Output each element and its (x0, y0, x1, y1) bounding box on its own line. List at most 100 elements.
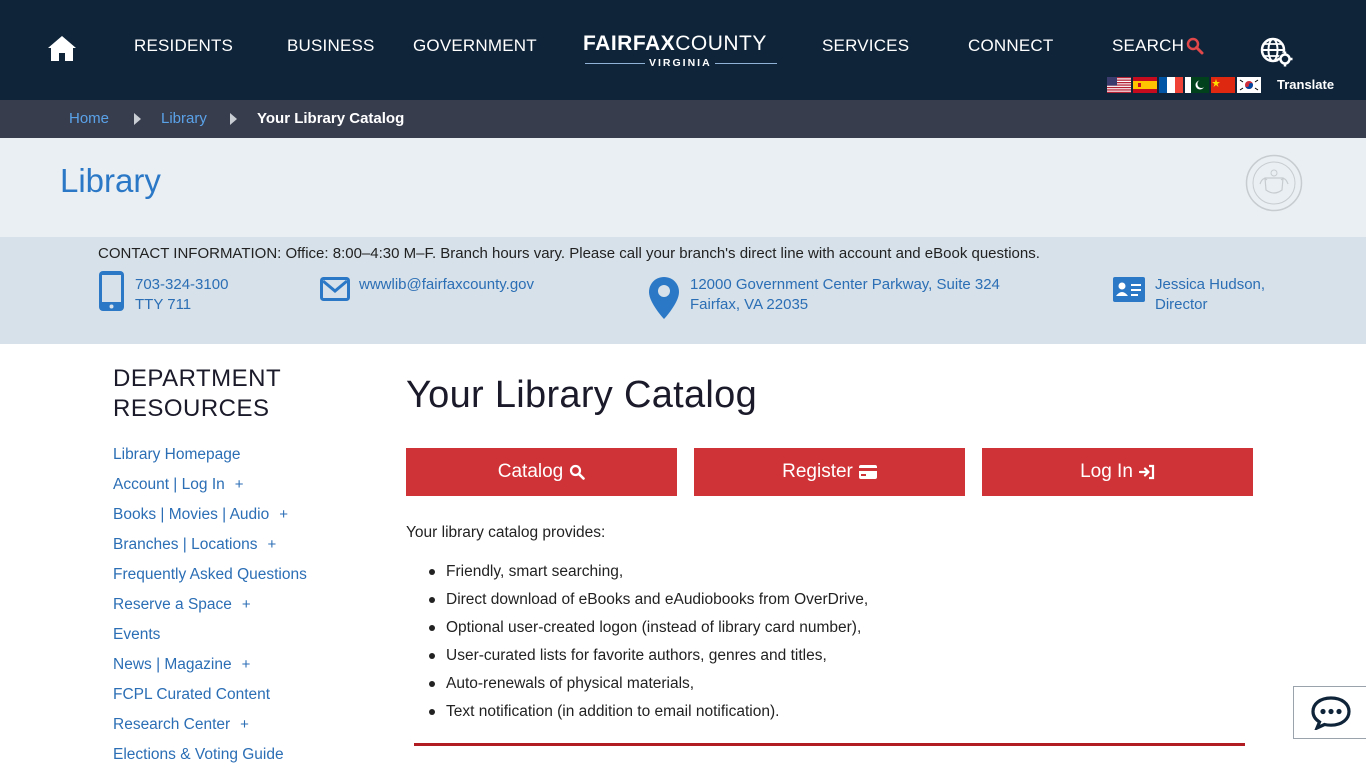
register-button[interactable]: Register (694, 448, 965, 496)
logo-wordmark: FAIRFAXCOUNTY (583, 32, 767, 55)
sidebar-menu: Library Homepage Account | Log In + Books |… (113, 444, 307, 768)
sidebar-item-label[interactable]: Elections & Voting Guide (113, 746, 284, 763)
county-seal-icon (1245, 154, 1303, 212)
login-button[interactable]: Log In (982, 448, 1253, 496)
feature-list-item: Friendly, smart searching, (428, 562, 868, 590)
feature-list-item: Direct download of eBooks and eAudiobook… (428, 590, 868, 618)
language-flags (1107, 77, 1261, 93)
expand-plus-icon[interactable]: + (242, 656, 251, 673)
france-flag-icon[interactable] (1159, 77, 1183, 93)
address-line-1[interactable]: 12000 Government Center Parkway, Suite 3… (690, 275, 1000, 295)
envelope-icon (320, 277, 350, 301)
nav-government[interactable]: GOVERNMENT (413, 36, 537, 56)
director-name[interactable]: Jessica Hudson, (1155, 275, 1265, 295)
sidebar-item[interactable]: Frequently Asked Questions (113, 564, 307, 594)
expand-plus-icon[interactable]: + (279, 506, 288, 523)
chat-button[interactable] (1293, 686, 1366, 739)
sidebar-item[interactable]: News | Magazine + (113, 654, 307, 684)
sidebar-item-label[interactable]: Library Homepage (113, 446, 241, 463)
translate-label[interactable]: Translate (1277, 77, 1334, 92)
expand-plus-icon[interactable]: + (235, 476, 244, 493)
contact-bar: CONTACT INFORMATION: Office: 8:00–4:30 M… (0, 237, 1366, 344)
feature-list-item: User-curated lists for favorite authors,… (428, 646, 868, 674)
sidebar-item-label[interactable]: Reserve a Space (113, 596, 232, 613)
catalog-button[interactable]: Catalog (406, 448, 677, 496)
us-flag-icon[interactable] (1107, 77, 1131, 93)
korea-flag-icon[interactable] (1237, 77, 1261, 93)
search-icon (570, 464, 586, 480)
expand-plus-icon[interactable]: + (240, 716, 249, 733)
top-navigation: RESIDENTS BUSINESS GOVERNMENT FAIRFAXCOU… (0, 0, 1366, 100)
sidebar-heading-line1: DEPARTMENT (113, 365, 282, 392)
logo-rule-left (585, 63, 645, 64)
logo-virginia: VIRGINIA (649, 57, 712, 69)
intro-text: Your library catalog provides: (406, 524, 606, 541)
contact-address[interactable]: 12000 Government Center Parkway, Suite 3… (690, 275, 1000, 315)
sidebar-item[interactable]: Reserve a Space + (113, 594, 307, 624)
chevron-right-icon (230, 113, 237, 125)
sidebar-item-label[interactable]: Branches | Locations (113, 536, 257, 553)
sidebar-heading-line2: RESOURCES (113, 395, 270, 422)
catalog-button-label: Catalog (497, 461, 564, 482)
sidebar-item[interactable]: FCPL Curated Content (113, 684, 307, 714)
sidebar-item-label[interactable]: Account | Log In (113, 476, 225, 493)
sidebar-item[interactable]: Events (113, 624, 307, 654)
nav-search[interactable]: SEARCH (1112, 36, 1184, 56)
tty-number[interactable]: TTY 711 (135, 295, 228, 315)
sidebar-item-label[interactable]: Books | Movies | Audio (113, 506, 269, 523)
chat-bubble-icon (1310, 695, 1351, 730)
credit-card-icon (858, 465, 877, 479)
sidebar-item[interactable]: Branches | Locations + (113, 534, 307, 564)
main-heading: Your Library Catalog (406, 374, 758, 416)
sidebar-item[interactable]: Elections & Voting Guide (113, 744, 307, 768)
contact-phone[interactable]: 703-324-3100 TTY 711 (135, 275, 228, 315)
nav-residents[interactable]: RESIDENTS (134, 36, 233, 56)
sign-in-icon (1138, 464, 1155, 480)
chevron-right-icon (134, 113, 141, 125)
sidebar-item-label[interactable]: FCPL Curated Content (113, 686, 270, 703)
page-title: Library (60, 162, 161, 199)
login-button-label: Log In (1080, 461, 1133, 482)
sidebar-item-label[interactable]: News | Magazine (113, 656, 232, 673)
feature-list-item: Auto-renewals of physical materials, (428, 674, 868, 702)
sidebar-item[interactable]: Books | Movies | Audio + (113, 504, 307, 534)
sidebar-heading: DEPARTMENT RESOURCES (113, 364, 281, 424)
address-line-2[interactable]: Fairfax, VA 22035 (690, 295, 1000, 315)
sidebar-item[interactable]: Research Center + (113, 714, 307, 744)
fairfax-county-logo[interactable]: FAIRFAXCOUNTY VIRGINIA (583, 32, 779, 72)
sidebar-item[interactable]: Library Homepage (113, 444, 307, 474)
map-marker-icon (649, 277, 679, 319)
sidebar-item-label[interactable]: Frequently Asked Questions (113, 566, 307, 583)
nav-business[interactable]: BUSINESS (287, 36, 375, 56)
nav-connect[interactable]: CONNECT (968, 36, 1053, 56)
breadcrumb: Home Library Your Library Catalog (0, 100, 1366, 138)
sidebar-item[interactable]: Account | Log In + (113, 474, 307, 504)
logo-rule-right (715, 63, 777, 64)
pakistan-flag-icon[interactable] (1185, 77, 1209, 93)
expand-plus-icon[interactable]: + (267, 536, 276, 553)
id-card-icon (1113, 277, 1145, 302)
spain-flag-icon[interactable] (1133, 77, 1157, 93)
page-banner: Library (0, 138, 1366, 237)
contact-info-text: CONTACT INFORMATION: Office: 8:00–4:30 M… (98, 245, 1040, 262)
section-divider (414, 743, 1245, 746)
sidebar-item-label[interactable]: Research Center (113, 716, 230, 733)
mobile-phone-icon (99, 271, 124, 311)
feature-list-item: Optional user-created logon (instead of … (428, 618, 868, 646)
china-flag-icon[interactable] (1211, 77, 1235, 93)
globe-settings-icon[interactable] (1259, 36, 1295, 68)
home-icon[interactable] (46, 34, 78, 62)
breadcrumb-home[interactable]: Home (69, 110, 109, 127)
contact-email[interactable]: wwwlib@fairfaxcounty.gov (359, 275, 534, 295)
breadcrumb-current: Your Library Catalog (257, 110, 405, 127)
feature-list-item: Text notification (in addition to email … (428, 702, 868, 730)
sidebar-item-label[interactable]: Events (113, 626, 160, 643)
expand-plus-icon[interactable]: + (242, 596, 251, 613)
nav-services[interactable]: SERVICES (822, 36, 909, 56)
contact-director[interactable]: Jessica Hudson, Director (1155, 275, 1265, 315)
phone-number[interactable]: 703-324-3100 (135, 275, 228, 295)
breadcrumb-library[interactable]: Library (161, 110, 207, 127)
search-icon[interactable] (1186, 37, 1204, 55)
register-button-label: Register (782, 461, 853, 482)
director-title[interactable]: Director (1155, 295, 1265, 315)
